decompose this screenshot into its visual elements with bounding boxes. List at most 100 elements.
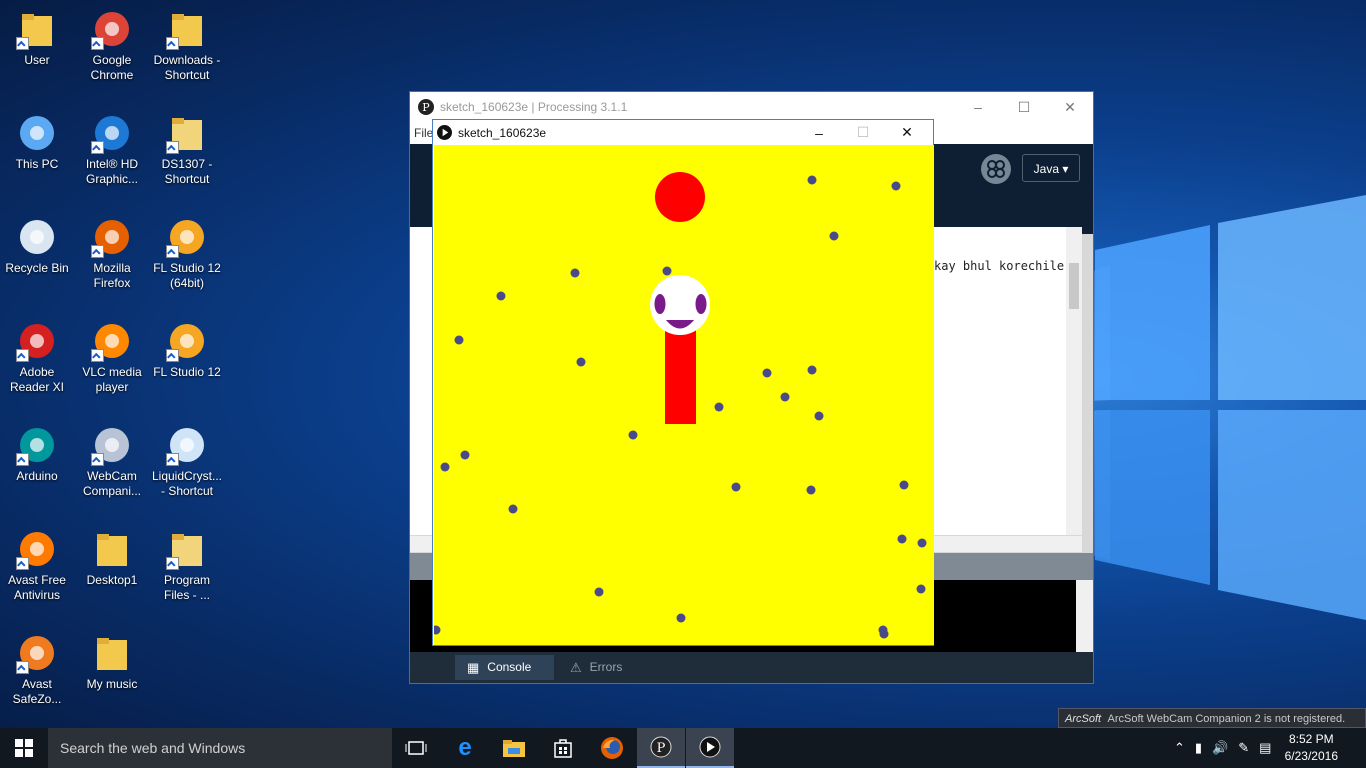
desktop-icon-label: Avast Free Antivirus (8, 573, 66, 602)
task-view-icon (405, 741, 427, 755)
desktop-icon-label: Downloads - Shortcut (153, 53, 221, 82)
notification-center-icon[interactable]: ▤ (1259, 740, 1271, 756)
shortcut-arrow-icon (91, 141, 104, 154)
dot (454, 335, 464, 345)
sketch-close-button[interactable]: ✕ (885, 120, 929, 145)
sketch-play-icon (699, 736, 721, 758)
code-text: kay bhul korechile (934, 259, 1065, 273)
desktop-icon[interactable]: Desktop1 (75, 528, 149, 588)
desktop-icon-label: WebCam Compani... (82, 469, 142, 498)
notification-text: ArcSoft WebCam Companion 2 is not regist… (1107, 713, 1346, 725)
desktop-icon-label: Mozilla Firefox (93, 261, 131, 290)
shortcut-arrow-icon (91, 245, 104, 258)
processing-play-icon (437, 125, 452, 140)
desktop-icon[interactable]: Adobe Reader XI (0, 320, 74, 395)
dot (891, 181, 901, 191)
desktop-icon[interactable]: Downloads - Shortcut (150, 8, 224, 83)
search-box[interactable]: Search the web and Windows (48, 728, 392, 768)
desktop-icon[interactable]: Intel® HD Graphic... (75, 112, 149, 187)
left-eye (654, 294, 666, 314)
task-view-button[interactable] (392, 728, 440, 768)
shortcut-arrow-icon (166, 37, 179, 50)
dot (807, 175, 817, 185)
desktop-icon[interactable]: Avast Free Antivirus (0, 528, 74, 603)
desktop-icon-label: Program Files - ... (163, 573, 210, 602)
desktop-icon[interactable]: Recycle Bin (0, 216, 74, 276)
desktop-icon[interactable]: Program Files - ... (150, 528, 224, 603)
tab-console[interactable]: ▦ Console (455, 655, 554, 680)
desktop-icon[interactable]: DS1307 - Shortcut (150, 112, 224, 187)
desktop-icon-label: Desktop1 (86, 573, 138, 587)
desktop-icon-label: Adobe Reader XI (9, 365, 65, 394)
tab-console-label: Console (487, 660, 532, 674)
close-button[interactable]: ✕ (1047, 92, 1093, 122)
dot (806, 485, 816, 495)
ide-title: sketch_160623e | Processing 3.1.1 (440, 100, 628, 114)
desktop-icon[interactable]: My music (75, 632, 149, 692)
chevron-up-icon[interactable]: ⌃ (1174, 740, 1185, 756)
start-button[interactable] (0, 728, 48, 768)
sketch-minimize-button[interactable]: – (797, 120, 841, 145)
ide-titlebar[interactable]: P sketch_160623e | Processing 3.1.1 – ☐ … (410, 92, 1093, 122)
desktop-icon-label: Google Chrome (90, 53, 134, 82)
desktop-icon[interactable]: Avast SafeZo... (0, 632, 74, 707)
arcsoft-notification[interactable]: ArcSoft ArcSoft WebCam Companion 2 is no… (1058, 708, 1366, 728)
dot (496, 291, 506, 301)
maximize-button[interactable]: ☐ (1001, 92, 1047, 122)
clock-date: 6/23/2016 (1284, 749, 1338, 763)
file-explorer-button[interactable] (490, 728, 538, 768)
desktop-icon-label: My music (86, 677, 138, 691)
console-scrollbar[interactable] (1076, 580, 1093, 652)
dot (899, 480, 909, 490)
dot (916, 584, 926, 594)
desktop-icon[interactable]: WebCam Compani... (75, 424, 149, 499)
sketch-canvas[interactable] (434, 145, 934, 645)
battery-icon[interactable]: ▮ (1195, 740, 1202, 756)
firefox-taskbar-button[interactable] (588, 728, 636, 768)
desktop-icon[interactable]: Arduino (0, 424, 74, 484)
shortcut-arrow-icon (91, 37, 104, 50)
dot (917, 538, 927, 548)
edge-button[interactable]: e (441, 728, 489, 768)
sketch-window[interactable]: sketch_160623e – ☐ ✕ (432, 119, 934, 646)
dot (594, 587, 604, 597)
shortcut-arrow-icon (16, 37, 29, 50)
recycle-bin-icon (20, 220, 54, 254)
desktop-icon[interactable]: Google Chrome (75, 8, 149, 83)
dot (879, 629, 889, 639)
store-button[interactable] (539, 728, 587, 768)
desktop-icon-label: User (24, 53, 50, 67)
menu-file[interactable]: File (414, 126, 433, 140)
store-icon (554, 739, 572, 758)
folder-icon (97, 638, 127, 670)
mode-selector[interactable]: Java ▾ (1022, 154, 1080, 182)
sketch-taskbar-button[interactable] (686, 728, 734, 768)
desktop-icon[interactable]: FL Studio 12 (150, 320, 224, 380)
minimize-button[interactable]: – (955, 92, 1001, 122)
tab-errors[interactable]: ⚠ Errors (558, 655, 644, 680)
desktop-icon[interactable]: This PC (0, 112, 74, 172)
network-icon[interactable]: ✎ (1238, 740, 1249, 756)
desktop-icon[interactable]: LiquidCryst... - Shortcut (150, 424, 224, 499)
edge-icon: e (458, 734, 472, 761)
desktop-icon-label: FL Studio 12 (64bit) (153, 261, 221, 290)
sketch-maximize-button[interactable]: ☐ (841, 120, 885, 145)
desktop-icon-label: DS1307 - Shortcut (161, 157, 213, 186)
dot (829, 231, 839, 241)
desktop-icon[interactable]: FL Studio 12 (64bit) (150, 216, 224, 291)
editor-vertical-scrollbar[interactable] (1066, 227, 1082, 535)
desktop-icon[interactable]: User (0, 8, 74, 68)
dot (662, 266, 672, 276)
taskbar: Search the web and Windows e P ⌃ ▮ 🔊 ✎ ▤… (0, 728, 1366, 768)
warning-icon: ⚠ (570, 660, 582, 675)
clock[interactable]: 8:52 PM 6/23/2016 (1285, 731, 1338, 765)
desktop-icon[interactable]: Mozilla Firefox (75, 216, 149, 291)
debug-button[interactable] (981, 154, 1011, 184)
console-tabs-bar: ▦ Console ⚠ Errors (410, 652, 1093, 683)
volume-icon[interactable]: 🔊 (1212, 740, 1228, 756)
shortcut-arrow-icon (166, 141, 179, 154)
scroll-thumb[interactable] (1069, 263, 1079, 309)
processing-taskbar-button[interactable]: P (637, 728, 685, 768)
desktop-icon[interactable]: VLC media player (75, 320, 149, 395)
shortcut-arrow-icon (16, 349, 29, 362)
